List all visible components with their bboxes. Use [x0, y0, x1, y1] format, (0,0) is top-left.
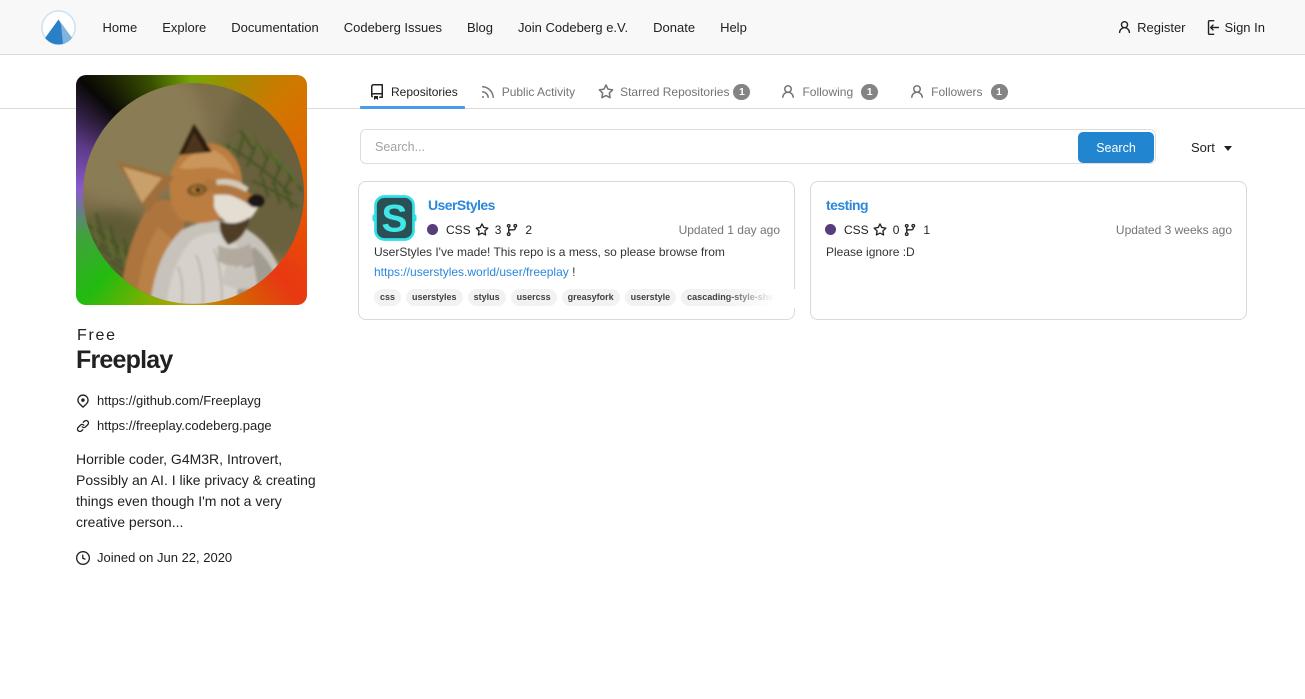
svg-text:S: S — [381, 198, 407, 241]
